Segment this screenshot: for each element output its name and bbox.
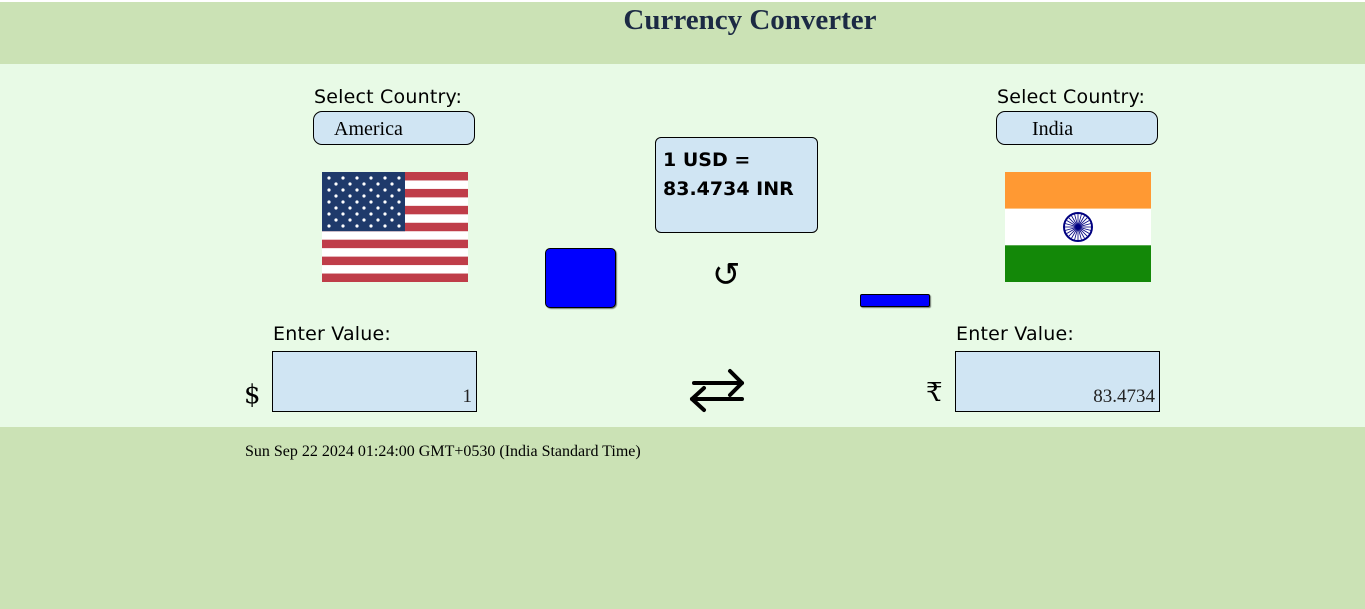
refresh-icon[interactable]: ↺ <box>712 255 741 295</box>
swap-icon[interactable] <box>686 366 748 416</box>
current-datetime: Sun Sep 22 2024 01:24:00 GMT+0530 (India… <box>245 443 641 460</box>
india-flag-icon <box>1005 172 1151 282</box>
currency-converter-page: Currency Converter Select Country: Ameri… <box>0 0 1365 609</box>
from-country-select[interactable]: America <box>313 111 475 145</box>
to-value-input[interactable]: 83.4734 <box>955 351 1160 412</box>
to-country-select[interactable]: India <box>996 111 1158 145</box>
exchange-rate-box: 1 USD = 83.4734 INR <box>655 137 818 233</box>
page-title: Currency Converter <box>623 4 877 36</box>
header: Currency Converter <box>0 0 1365 64</box>
from-value-input[interactable]: 1 <box>272 351 477 412</box>
to-country-value: India <box>1032 118 1074 140</box>
to-value-text: 83.4734 <box>1093 386 1155 407</box>
converter-panel <box>0 64 1365 427</box>
from-country-value: America <box>334 118 403 140</box>
from-select-label: Select Country: <box>314 86 463 108</box>
dollar-icon: $ <box>244 380 261 410</box>
rate-line-1: 1 USD = <box>663 149 751 171</box>
top-divider <box>0 0 1365 2</box>
from-value-text: 1 <box>462 386 473 407</box>
usa-flag-icon <box>322 172 468 282</box>
blue-bar-button[interactable] <box>860 294 930 307</box>
blue-square-button[interactable] <box>545 248 616 308</box>
to-select-label: Select Country: <box>997 86 1146 108</box>
from-value-label: Enter Value: <box>273 323 392 345</box>
to-value-label: Enter Value: <box>956 323 1075 345</box>
rupee-icon: ₹ <box>926 378 943 408</box>
rate-line-2: 83.4734 INR <box>663 178 794 200</box>
